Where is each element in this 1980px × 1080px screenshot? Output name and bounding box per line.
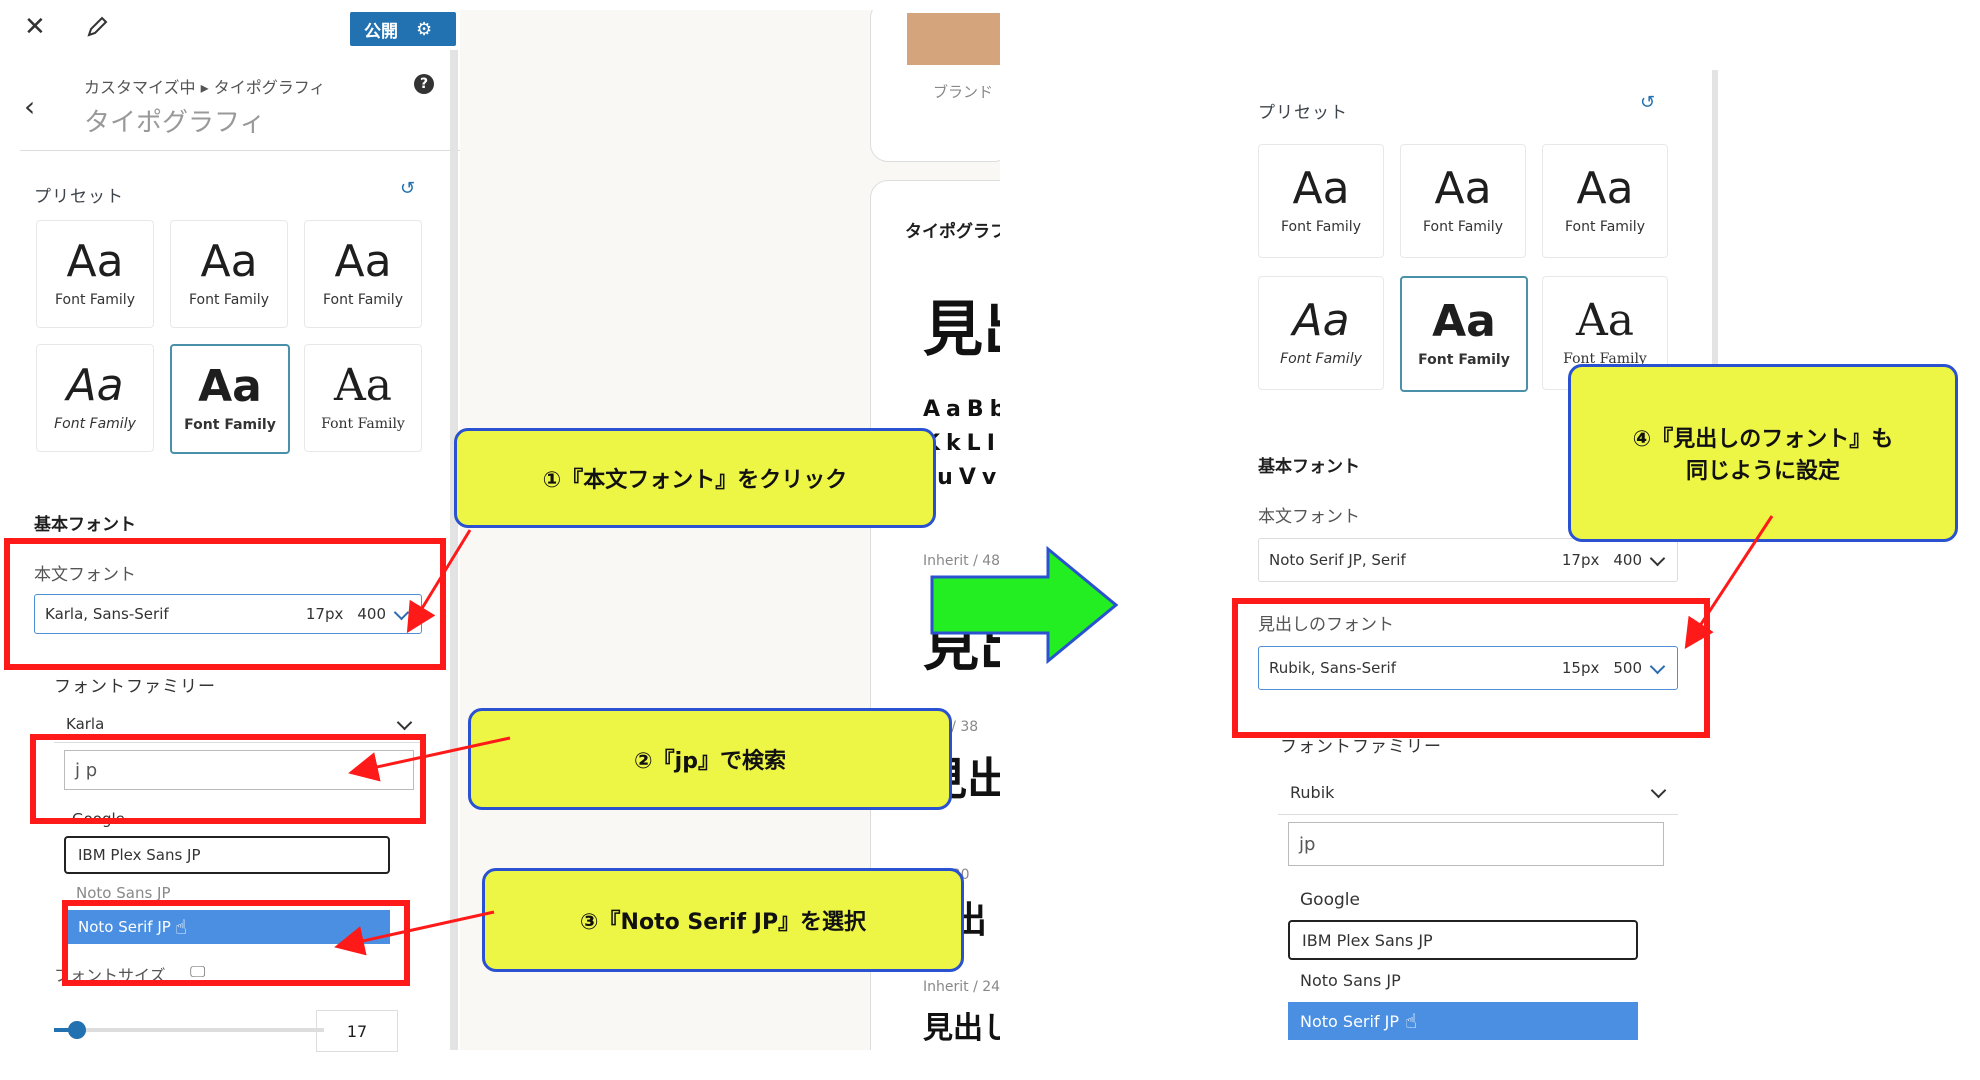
pointer-line-1 [406,529,472,634]
pointer-line-2 [348,736,511,782]
pointer-line-4 [1684,515,1774,650]
pointer-arrows [334,515,1774,956]
pointer-line-3 [334,910,495,956]
